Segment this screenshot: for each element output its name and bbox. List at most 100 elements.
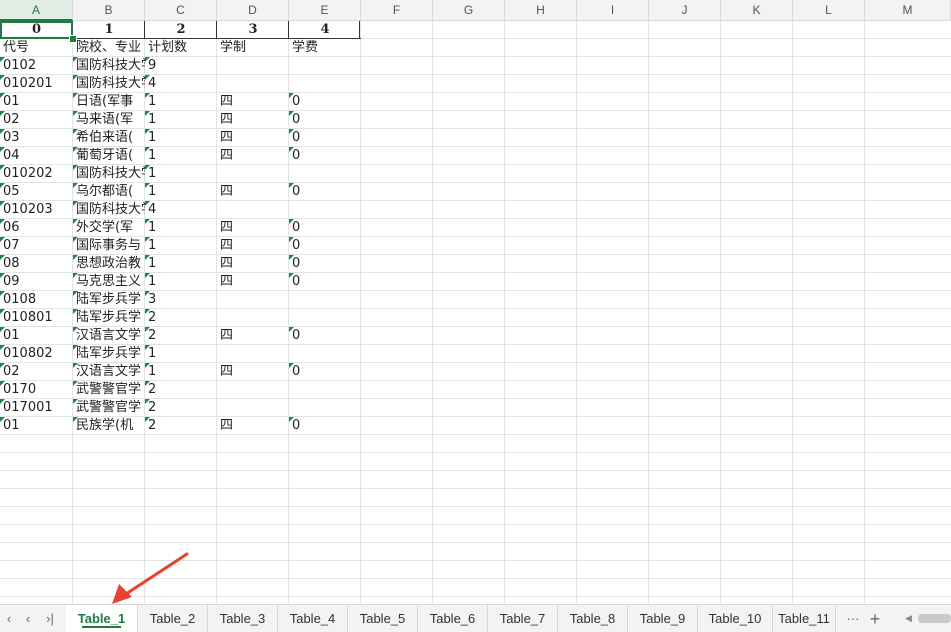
horizontal-scrollbar[interactable]: ◀ bbox=[902, 611, 951, 626]
cell-e20[interactable]: 0 bbox=[289, 363, 361, 381]
cell-c15[interactable]: 1 bbox=[145, 273, 217, 291]
cell-d10[interactable]: 四 bbox=[217, 183, 289, 201]
cell-d14[interactable]: 四 bbox=[217, 255, 289, 273]
cell-c14[interactable]: 1 bbox=[145, 255, 217, 273]
cell-e1[interactable]: 4 bbox=[289, 21, 361, 39]
cell-b9[interactable]: 国防科技大学 bbox=[73, 165, 145, 183]
column-header-f[interactable]: F bbox=[361, 0, 433, 21]
cell-c10[interactable]: 1 bbox=[145, 183, 217, 201]
cell-a11[interactable]: 010203 bbox=[0, 201, 73, 219]
cell-c7[interactable]: 1 bbox=[145, 129, 217, 147]
cell-c13[interactable]: 1 bbox=[145, 237, 217, 255]
scrollbar-thumb[interactable] bbox=[918, 614, 951, 623]
sheet-tab-table-1[interactable]: Table_1 bbox=[66, 605, 138, 632]
cell-c9[interactable]: 1 bbox=[145, 165, 217, 183]
cell-a16[interactable]: 0108 bbox=[0, 291, 73, 309]
cell-b3[interactable]: 国防科技大学 bbox=[73, 57, 145, 75]
cell-a17[interactable]: 010801 bbox=[0, 309, 73, 327]
cell-b2[interactable]: 院校、专业 bbox=[73, 39, 145, 57]
column-header-m[interactable]: M bbox=[865, 0, 951, 21]
add-sheet-icon[interactable]: + bbox=[866, 610, 884, 628]
sheet-tab-table-5[interactable]: Table_5 bbox=[348, 605, 418, 632]
cell-b4[interactable]: 国防科技大学 bbox=[73, 75, 145, 93]
cell-e6[interactable]: 0 bbox=[289, 111, 361, 129]
cell-a10[interactable]: 05 bbox=[0, 183, 73, 201]
cell-d23[interactable]: 四 bbox=[217, 417, 289, 435]
cell-b12[interactable]: 外交学(军 bbox=[73, 219, 145, 237]
cell-b17[interactable]: 陆军步兵学 bbox=[73, 309, 145, 327]
cell-a12[interactable]: 06 bbox=[0, 219, 73, 237]
cell-a5[interactable]: 01 bbox=[0, 93, 73, 111]
cell-b1[interactable]: 1 bbox=[73, 21, 145, 39]
cell-a22[interactable]: 017001 bbox=[0, 399, 73, 417]
prev-sheet-icon[interactable]: ‹ bbox=[19, 610, 37, 628]
sheet-tab-table-3[interactable]: Table_3 bbox=[208, 605, 278, 632]
cell-e7[interactable]: 0 bbox=[289, 129, 361, 147]
column-header-h[interactable]: H bbox=[505, 0, 577, 21]
spreadsheet-grid[interactable]: ABCDEFGHIJKLM 0 1 2 3 4 代号 院校、专业 计划数 学制 学费 0102 国防科… bbox=[0, 0, 951, 604]
cell-d1[interactable]: 3 bbox=[217, 21, 289, 39]
cell-c22[interactable]: 2 bbox=[145, 399, 217, 417]
cell-d12[interactable]: 四 bbox=[217, 219, 289, 237]
column-header-b[interactable]: B bbox=[73, 0, 145, 21]
last-sheet-icon[interactable]: ›| bbox=[41, 610, 59, 628]
cell-c6[interactable]: 1 bbox=[145, 111, 217, 129]
cell-b11[interactable]: 国防科技大学 bbox=[73, 201, 145, 219]
cell-c2[interactable]: 计划数 bbox=[145, 39, 217, 57]
cell-b14[interactable]: 思想政治教 bbox=[73, 255, 145, 273]
cell-e13[interactable]: 0 bbox=[289, 237, 361, 255]
cell-a18[interactable]: 01 bbox=[0, 327, 73, 345]
fill-handle[interactable] bbox=[69, 35, 77, 43]
cell-a6[interactable]: 02 bbox=[0, 111, 73, 129]
cell-d7[interactable]: 四 bbox=[217, 129, 289, 147]
cell-c5[interactable]: 1 bbox=[145, 93, 217, 111]
sheet-tab-table-11[interactable]: Table_11 bbox=[773, 605, 836, 632]
cell-b16[interactable]: 陆军步兵学 bbox=[73, 291, 145, 309]
cell-a3[interactable]: 0102 bbox=[0, 57, 73, 75]
column-header-a[interactable]: A bbox=[0, 0, 73, 21]
cell-a14[interactable]: 08 bbox=[0, 255, 73, 273]
cell-b5[interactable]: 日语(军事 bbox=[73, 93, 145, 111]
cell-d20[interactable]: 四 bbox=[217, 363, 289, 381]
column-header-l[interactable]: L bbox=[793, 0, 865, 21]
cell-e2[interactable]: 学费 bbox=[289, 39, 361, 57]
cell-b21[interactable]: 武警警官学 bbox=[73, 381, 145, 399]
cell-b6[interactable]: 马来语(军 bbox=[73, 111, 145, 129]
cell-d2[interactable]: 学制 bbox=[217, 39, 289, 57]
cell-c8[interactable]: 1 bbox=[145, 147, 217, 165]
cell-c17[interactable]: 2 bbox=[145, 309, 217, 327]
cell-e8[interactable]: 0 bbox=[289, 147, 361, 165]
cell-d6[interactable]: 四 bbox=[217, 111, 289, 129]
sheet-tab-table-9[interactable]: Table_9 bbox=[628, 605, 698, 632]
cell-e12[interactable]: 0 bbox=[289, 219, 361, 237]
column-header-d[interactable]: D bbox=[217, 0, 289, 21]
cell-a20[interactable]: 02 bbox=[0, 363, 73, 381]
cell-b10[interactable]: 乌尔都语( bbox=[73, 183, 145, 201]
cell-b19[interactable]: 陆军步兵学 bbox=[73, 345, 145, 363]
cell-a19[interactable]: 010802 bbox=[0, 345, 73, 363]
sheet-tab-table-4[interactable]: Table_4 bbox=[278, 605, 348, 632]
cell-e23[interactable]: 0 bbox=[289, 417, 361, 435]
cell-a4[interactable]: 010201 bbox=[0, 75, 73, 93]
column-header-i[interactable]: I bbox=[577, 0, 649, 21]
cell-c12[interactable]: 1 bbox=[145, 219, 217, 237]
cell-e18[interactable]: 0 bbox=[289, 327, 361, 345]
cell-c4[interactable]: 4 bbox=[145, 75, 217, 93]
first-sheet-icon[interactable]: ‹ bbox=[0, 610, 18, 628]
cell-c19[interactable]: 1 bbox=[145, 345, 217, 363]
column-header-j[interactable]: J bbox=[649, 0, 721, 21]
cell-c1[interactable]: 2 bbox=[145, 21, 217, 39]
sheet-tab-table-8[interactable]: Table_8 bbox=[558, 605, 628, 632]
cell-e10[interactable]: 0 bbox=[289, 183, 361, 201]
sheet-tab-table-7[interactable]: Table_7 bbox=[488, 605, 558, 632]
cell-d8[interactable]: 四 bbox=[217, 147, 289, 165]
cell-c21[interactable]: 2 bbox=[145, 381, 217, 399]
cell-a15[interactable]: 09 bbox=[0, 273, 73, 291]
cell-a8[interactable]: 04 bbox=[0, 147, 73, 165]
sheet-tab-table-2[interactable]: Table_2 bbox=[138, 605, 208, 632]
cell-a13[interactable]: 07 bbox=[0, 237, 73, 255]
cell-e15[interactable]: 0 bbox=[289, 273, 361, 291]
cell-b13[interactable]: 国际事务与 bbox=[73, 237, 145, 255]
cell-b23[interactable]: 民族学(机 bbox=[73, 417, 145, 435]
cell-b15[interactable]: 马克思主义 bbox=[73, 273, 145, 291]
